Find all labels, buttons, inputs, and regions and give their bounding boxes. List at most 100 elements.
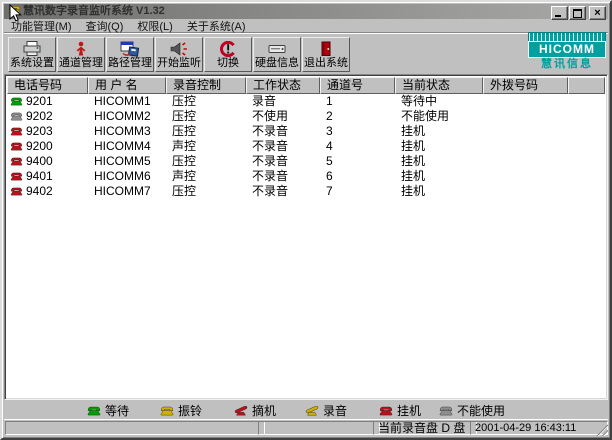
- user-name: HICOMM3: [88, 124, 166, 139]
- toolbar-button-label: 切换: [217, 57, 239, 69]
- brand-name: HICOMM: [528, 41, 606, 58]
- table-row[interactable]: 9402 HICOMM7 压控 不录音 7 挂机: [7, 184, 605, 199]
- legend-item-recording: 录音: [305, 402, 347, 419]
- path-icon: [120, 40, 140, 57]
- brand-caption: 慧讯信息: [528, 58, 606, 71]
- red-phone-icon: [10, 172, 23, 181]
- switch-icon: [218, 40, 238, 57]
- current-status: 等待中: [395, 94, 483, 109]
- current-status: 挂机: [395, 184, 483, 199]
- toolbar: 系统设置 通道管理: [4, 33, 608, 74]
- mouse-cursor: [9, 4, 22, 23]
- phone-number: 9402: [26, 184, 53, 199]
- legend-item-hangup: 挂机: [379, 402, 421, 419]
- legend-label: 振铃: [178, 402, 202, 419]
- legend-label: 挂机: [397, 402, 421, 419]
- outbound-number: [483, 124, 568, 139]
- red-phone-icon: [10, 187, 23, 196]
- current-disk-panel: 当前录音盘 D 盘: [373, 421, 477, 435]
- toolbar-button-label: 开始监听: [157, 57, 201, 69]
- toolbar-button-label: 系统设置: [10, 57, 54, 69]
- table-row[interactable]: 9202 HICOMM2 压控 不使用 2 不能使用: [7, 109, 605, 124]
- printer-icon: [22, 40, 42, 57]
- rec-control: 声控: [166, 169, 246, 184]
- current-status: 挂机: [395, 139, 483, 154]
- col-header-outbound[interactable]: 外拨号码: [483, 77, 568, 94]
- rec-control: 压控: [166, 154, 246, 169]
- red-phone-icon: [10, 127, 23, 136]
- channel-number: 4: [320, 139, 395, 154]
- menu-item-about[interactable]: 关于系统(A): [180, 18, 253, 34]
- outbound-number: [483, 154, 568, 169]
- toolbar-button-label: 退出系统: [304, 57, 348, 69]
- outbound-number: [483, 139, 568, 154]
- menu-item-privilege[interactable]: 权限(L): [130, 18, 179, 34]
- legend-item-offhook: 摘机: [234, 402, 276, 419]
- table-row[interactable]: 9401 HICOMM6 声控 不录音 6 挂机: [7, 169, 605, 184]
- work-status: 不录音: [246, 184, 320, 199]
- switch-button[interactable]: 切换: [204, 37, 252, 72]
- close-icon: ×: [594, 8, 600, 18]
- table-row[interactable]: 9203 HICOMM3 压控 不录音 3 挂机: [7, 124, 605, 139]
- status-legend: 等待 振铃 摘机 录音 挂机 不能使用: [4, 400, 608, 419]
- close-button[interactable]: ×: [589, 6, 606, 20]
- work-status: 不录音: [246, 139, 320, 154]
- outbound-number: [483, 94, 568, 109]
- rec-control: 压控: [166, 184, 246, 199]
- user-name: HICOMM6: [88, 169, 166, 184]
- start-monitor-button[interactable]: 开始监听: [155, 37, 203, 72]
- table-row[interactable]: 9200 HICOMM4 声控 不录音 4 挂机: [7, 139, 605, 154]
- current-status: 挂机: [395, 169, 483, 184]
- channel-number: 3: [320, 124, 395, 139]
- disk-info-button[interactable]: 硬盘信息: [253, 37, 301, 72]
- rec-control: 压控: [166, 109, 246, 124]
- table-row[interactable]: 9201 HICOMM1 压控 录音 1 等待中: [7, 94, 605, 109]
- exit-button[interactable]: 退出系统: [302, 37, 350, 72]
- outbound-number: [483, 109, 568, 124]
- legend-item-unusable: 不能使用: [439, 402, 505, 419]
- legend-label: 录音: [323, 402, 347, 419]
- col-header-work-status[interactable]: 工作状态: [246, 77, 320, 94]
- work-status: 不录音: [246, 124, 320, 139]
- outbound-number: [483, 169, 568, 184]
- col-header-channel[interactable]: 通道号: [320, 77, 395, 94]
- col-header-phone[interactable]: 电话号码: [7, 77, 88, 94]
- work-status: 不录音: [246, 154, 320, 169]
- legend-item-ringing: 振铃: [160, 402, 202, 419]
- col-header-blank[interactable]: [568, 77, 605, 94]
- legend-label: 不能使用: [457, 402, 505, 419]
- current-status: 挂机: [395, 154, 483, 169]
- current-status: 不能使用: [395, 109, 483, 124]
- disk-icon: [267, 40, 287, 57]
- menu-item-query[interactable]: 查询(Q): [79, 18, 131, 34]
- app-window: 慧讯数字录音监听系统 V1.32 × 功能管理(M) 查询(Q) 权限(L) 关…: [0, 0, 612, 440]
- rec-control: 压控: [166, 124, 246, 139]
- maximize-icon: [573, 9, 582, 18]
- gray-phone-icon: [10, 112, 23, 121]
- phone-number: 9201: [26, 94, 53, 109]
- phone-number: 9203: [26, 124, 53, 139]
- channel-number: 2: [320, 109, 395, 124]
- current-status: 挂机: [395, 124, 483, 139]
- user-name: HICOMM2: [88, 109, 166, 124]
- col-header-current-status[interactable]: 当前状态: [395, 77, 483, 94]
- channel-number: 7: [320, 184, 395, 199]
- maximize-button[interactable]: [569, 6, 586, 20]
- work-status: 不使用: [246, 109, 320, 124]
- table-row[interactable]: 9400 HICOMM5 压控 不录音 5 挂机: [7, 154, 605, 169]
- datetime-panel: 2001-04-29 16:43:11: [470, 421, 608, 435]
- toolbar-button-label: 通道管理: [59, 57, 103, 69]
- toolbar-button-label: 硬盘信息: [255, 57, 299, 69]
- red-phone-icon: [10, 142, 23, 151]
- col-header-rec-control[interactable]: 录音控制: [166, 77, 246, 94]
- brand-logo: HICOMM 慧讯信息: [528, 32, 606, 70]
- path-management-button[interactable]: 路径管理: [106, 37, 154, 72]
- red-phone-icon: [379, 406, 393, 416]
- minimize-button[interactable]: [551, 6, 568, 20]
- channel-number: 5: [320, 154, 395, 169]
- user-name: HICOMM5: [88, 154, 166, 169]
- legend-item-waiting: 等待: [87, 402, 129, 419]
- channel-management-button[interactable]: 通道管理: [57, 37, 105, 72]
- col-header-user[interactable]: 用 户 名: [88, 77, 166, 94]
- system-settings-button[interactable]: 系统设置: [8, 37, 56, 72]
